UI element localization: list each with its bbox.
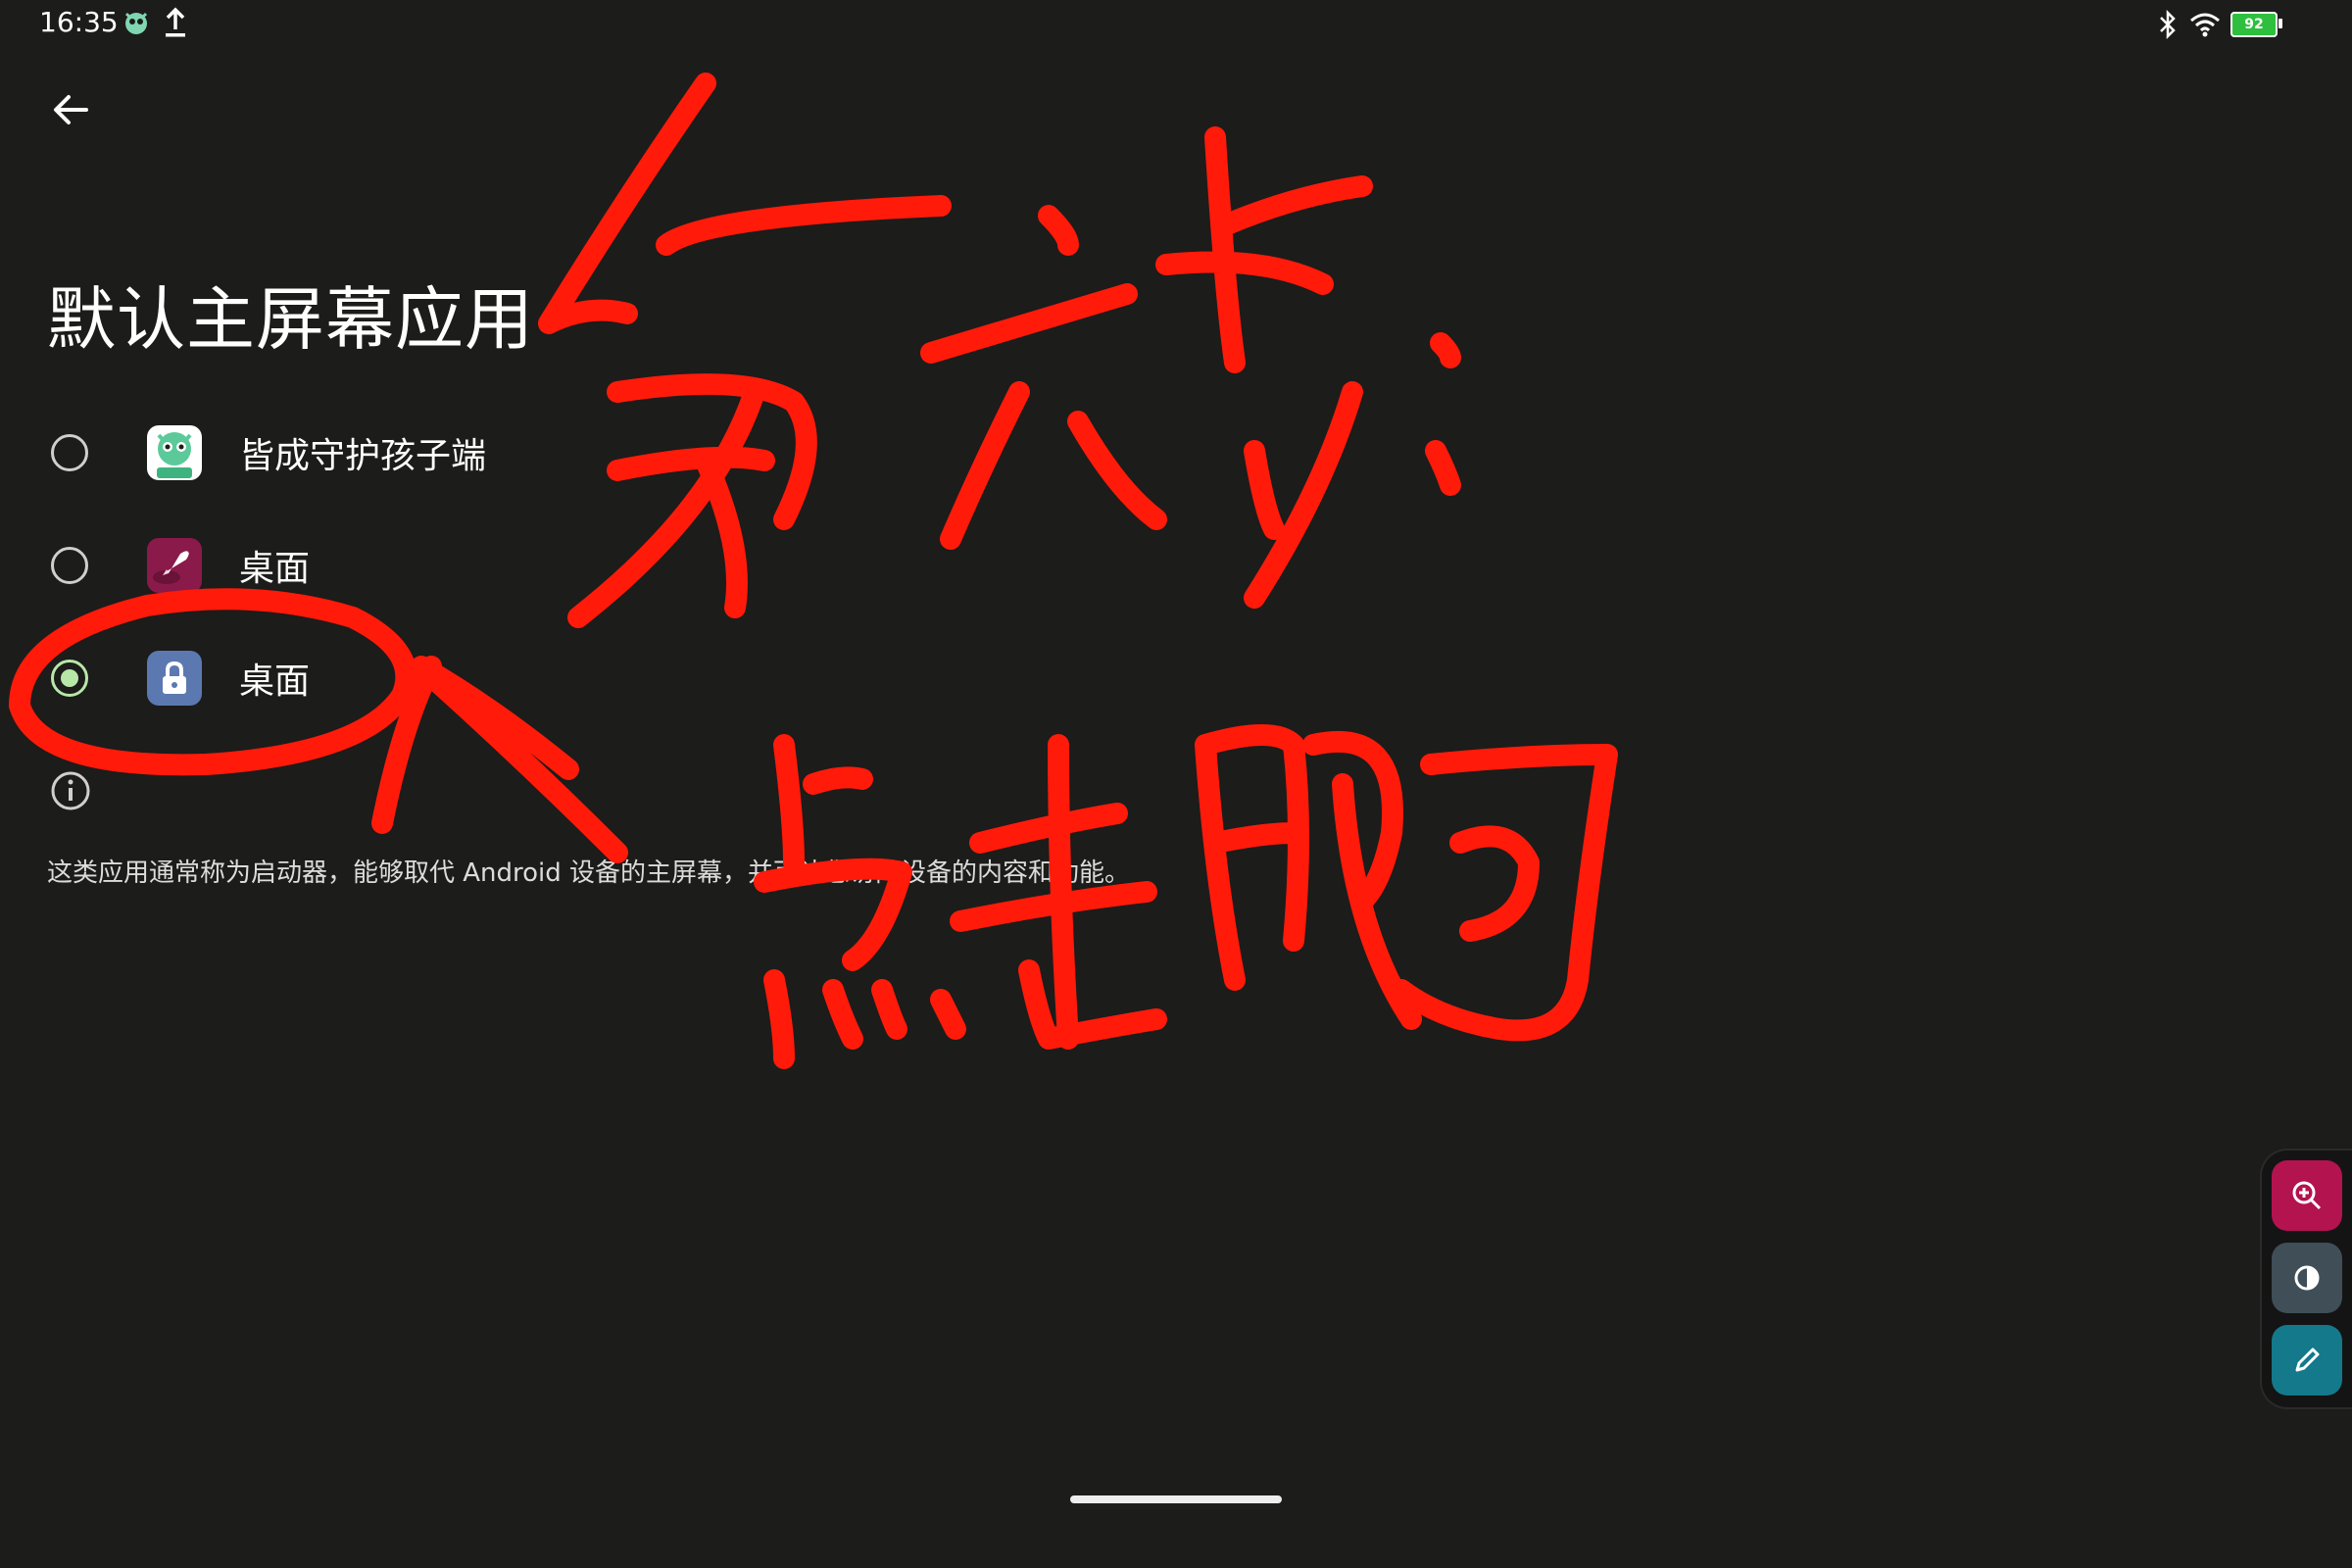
status-icons: 92	[2156, 8, 2282, 41]
radio-button-selected[interactable]	[51, 660, 88, 697]
floating-toolbar	[2260, 1149, 2352, 1409]
child-guard-icon	[124, 12, 148, 34]
status-bar: 16:35 92	[0, 0, 2352, 49]
zoom-in-button[interactable]	[2272, 1160, 2342, 1231]
rocket-launcher-icon	[147, 538, 202, 593]
arrow-back-icon	[54, 95, 88, 124]
zoom-in-icon	[2292, 1181, 2322, 1210]
contrast-icon	[2294, 1265, 2320, 1291]
lock-launcher-icon	[147, 651, 202, 706]
child-guard-app-icon	[147, 425, 202, 480]
pen-button[interactable]	[2272, 1325, 2342, 1396]
launcher-option-label: 皆成守护孩子端	[239, 436, 487, 476]
radio-selected-dot	[61, 669, 78, 687]
back-button[interactable]	[47, 86, 94, 133]
battery-level: 92	[2244, 17, 2264, 32]
launcher-option-desktop-lock[interactable]: 桌面	[39, 629, 784, 727]
launcher-option-label: 桌面	[239, 662, 311, 702]
wifi-icon	[2190, 13, 2220, 37]
handwritten-annotation	[9, 73, 1618, 1069]
launcher-option-label: 桌面	[239, 549, 311, 589]
bluetooth-icon	[2160, 10, 2176, 39]
contrast-button[interactable]	[2272, 1243, 2342, 1313]
launcher-option-child-guard[interactable]: 皆成守护孩子端	[39, 404, 784, 502]
home-indicator[interactable]	[1070, 1495, 1282, 1503]
info-description: 这类应用通常称为启动器，能够取代 Android 设备的主屏幕，并可让您访问设备…	[47, 858, 1131, 888]
status-time: 16:35	[39, 6, 119, 38]
radio-button[interactable]	[51, 547, 88, 584]
pen-icon	[2295, 1348, 2320, 1372]
launcher-option-desktop-rocket[interactable]: 桌面	[39, 516, 784, 614]
battery-indicator: 92	[2230, 12, 2282, 37]
info-icon	[51, 771, 90, 810]
radio-button[interactable]	[51, 434, 88, 471]
upload-icon	[166, 7, 185, 37]
page-title: 默认主屏幕应用	[47, 279, 534, 360]
